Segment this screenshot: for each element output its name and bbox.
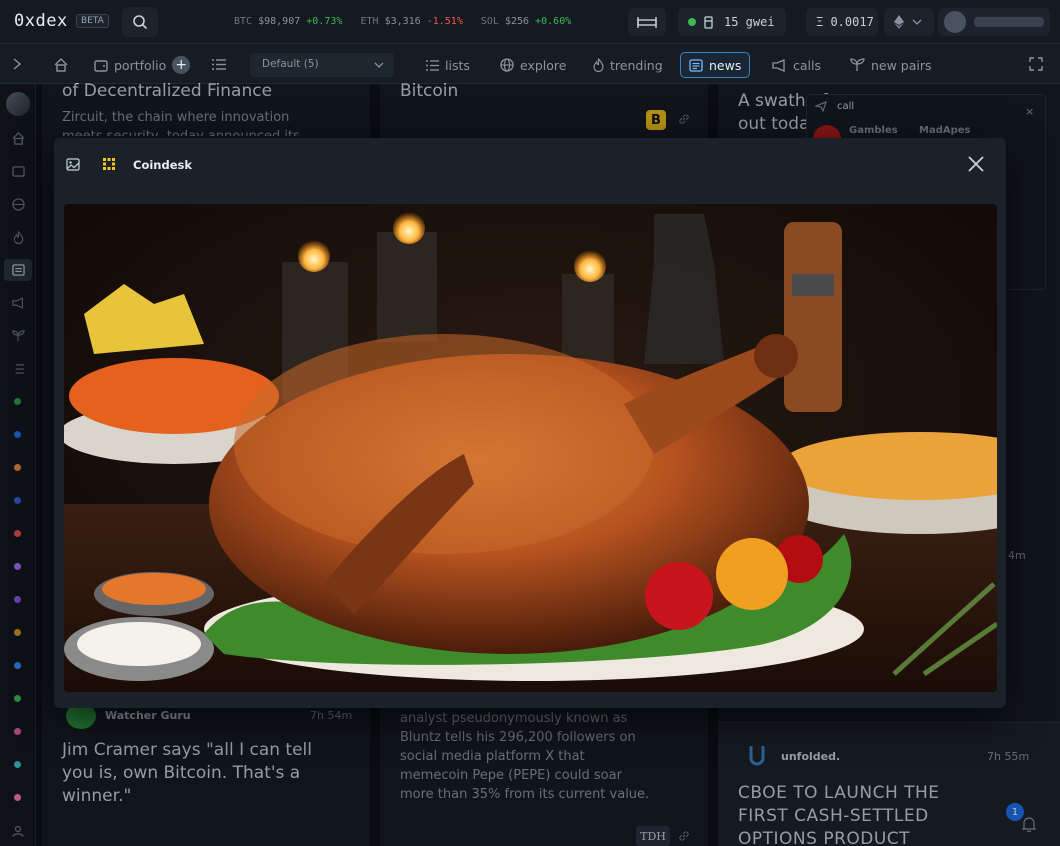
avatar [944, 11, 966, 33]
wallet-icon [94, 59, 108, 72]
megaphone-icon [772, 58, 785, 72]
news-icon [689, 58, 703, 72]
top-bar: 0xdex BETA BTC $98,907 +0.73% ETH $3,316… [0, 0, 1060, 44]
bed-icon [637, 17, 657, 28]
image-modal: Coindesk [54, 138, 1006, 708]
close-icon[interactable] [967, 155, 985, 173]
fire-icon [593, 58, 604, 72]
app-logo[interactable]: 0xdex [14, 11, 68, 31]
nav-portfolio[interactable]: portfolio + [86, 52, 198, 78]
globe-icon [500, 58, 514, 72]
beta-badge: BETA [76, 14, 109, 28]
list-icon [426, 59, 439, 71]
balance-display[interactable]: Ξ 0.0017 [806, 8, 878, 36]
chain-selector[interactable] [884, 8, 934, 36]
account-menu[interactable] [938, 8, 1050, 36]
coindesk-logo-icon [103, 158, 115, 170]
roast-turkey-image [64, 204, 997, 692]
preset-select[interactable]: Default (5) [250, 53, 394, 77]
status-dot [688, 18, 696, 26]
account-name-redacted [974, 17, 1044, 27]
nav-lists[interactable]: lists [418, 52, 478, 78]
home-icon [54, 58, 68, 72]
chevron-down-icon [912, 19, 922, 25]
chevron-down-icon [374, 62, 384, 68]
nav-new-pairs[interactable]: new pairs [842, 52, 940, 78]
nav-trending[interactable]: trending [585, 52, 671, 78]
price-ticker: BTC $98,907 +0.73% ETH $3,316 -1.51% SOL… [234, 16, 572, 27]
nav-explore[interactable]: explore [492, 52, 574, 78]
nav-news[interactable]: news [680, 52, 751, 78]
gas-indicator[interactable]: 15 gwei [678, 8, 786, 36]
bed-button[interactable] [628, 8, 666, 36]
image-icon [66, 158, 80, 171]
search-icon [133, 15, 148, 30]
expand-icon[interactable] [1029, 57, 1043, 71]
nav-home[interactable] [46, 52, 76, 78]
nav-bar: portfolio + Default (5) lists explore tr… [0, 44, 1060, 84]
ethereum-icon [894, 15, 904, 29]
nav-calls[interactable]: calls [764, 52, 829, 78]
chevron-right-icon[interactable] [12, 58, 22, 70]
modal-source: Coindesk [133, 158, 192, 172]
list-icon[interactable] [212, 59, 226, 70]
search-button[interactable] [122, 7, 158, 37]
fuel-icon [704, 15, 713, 29]
sprout-icon [850, 58, 865, 71]
news-image [64, 204, 997, 692]
add-portfolio-icon[interactable]: + [172, 56, 191, 74]
